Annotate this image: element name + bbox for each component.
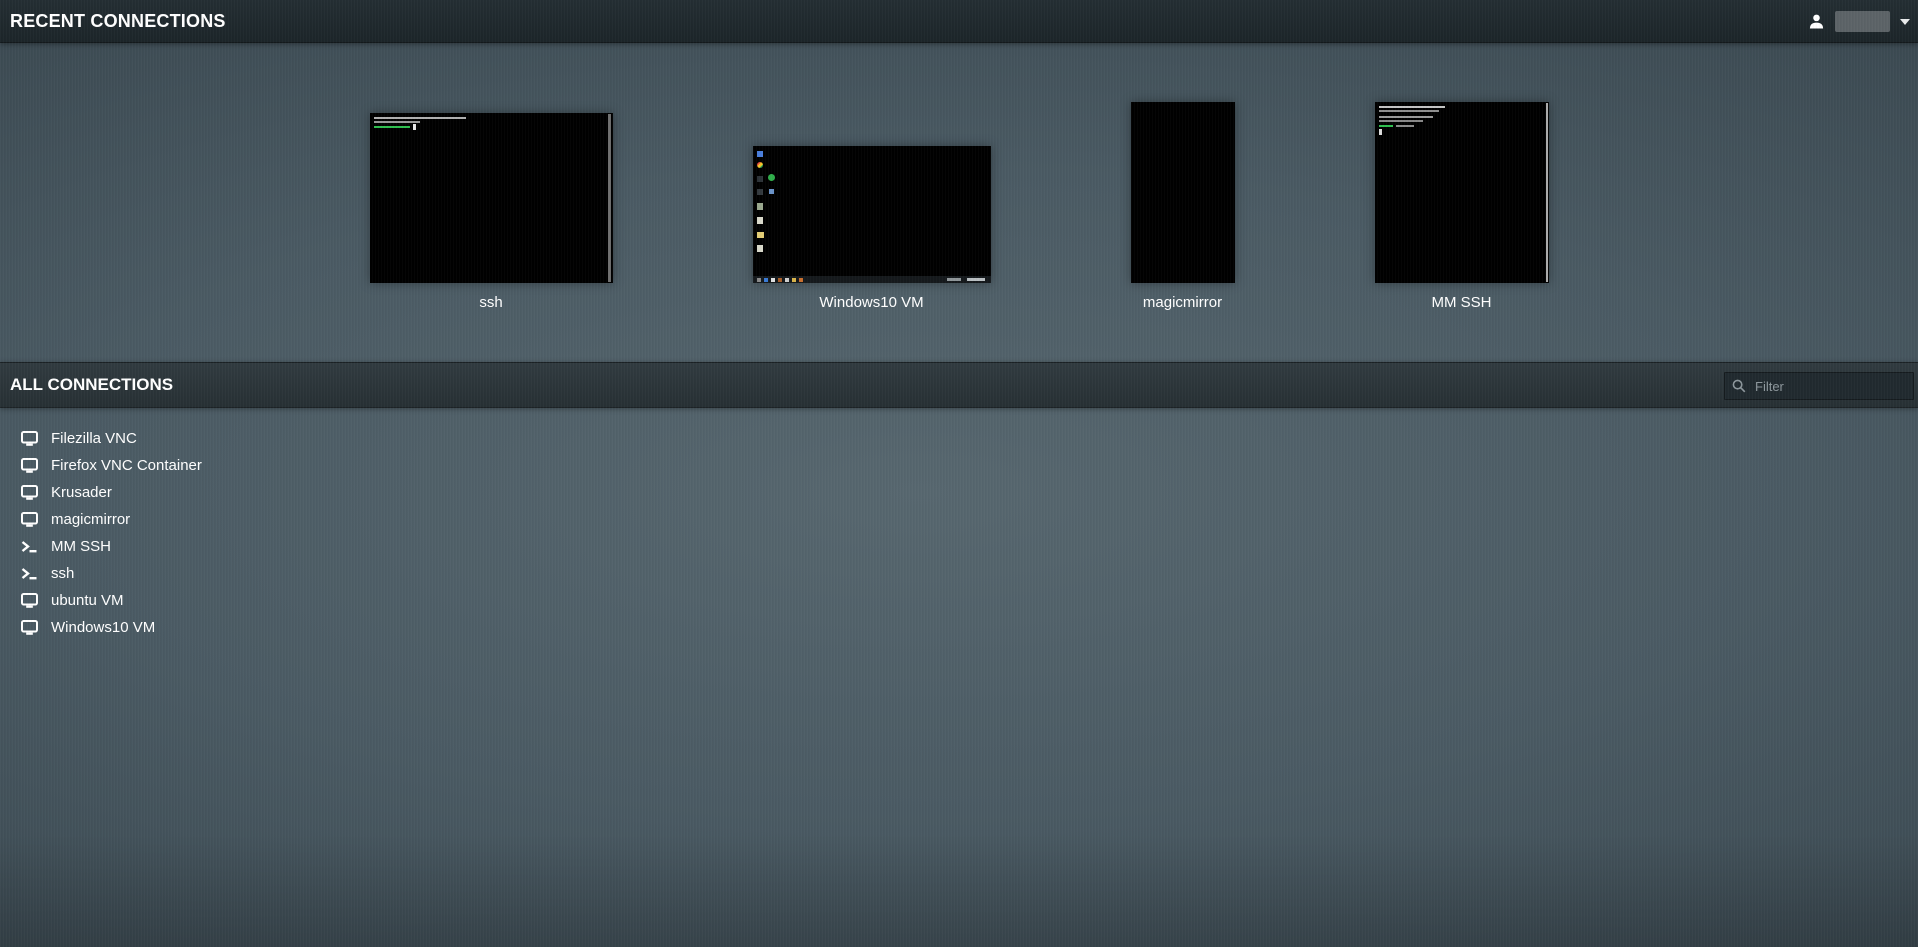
recent-connection-label: ssh: [479, 294, 502, 311]
recent-connection-label: MM SSH: [1432, 294, 1492, 311]
monitor-icon: [20, 485, 38, 500]
desktop-icon: [757, 217, 763, 224]
terminal-output-line: [1396, 125, 1414, 127]
taskbar-icon: [771, 278, 775, 282]
terminal-output-line: [1379, 116, 1433, 118]
filter-input[interactable]: [1724, 372, 1914, 400]
desktop-icon: [757, 151, 763, 157]
connection-label: Firefox VNC Container: [51, 457, 202, 474]
connections-list: Filezilla VNC Firefox VNC Container Krus…: [0, 408, 1918, 947]
connection-item-magicmirror[interactable]: magicmirror: [0, 506, 1918, 533]
recent-connection-label: magicmirror: [1143, 294, 1222, 311]
connection-item-filezilla-vnc[interactable]: Filezilla VNC: [0, 425, 1918, 452]
scrollbar: [1546, 103, 1548, 282]
all-connections-bar: ALL CONNECTIONS: [0, 362, 1918, 408]
desktop-icon: [757, 232, 764, 238]
desktop-icon: [757, 162, 763, 168]
system-tray: [947, 278, 961, 281]
connection-item-krusader[interactable]: Krusader: [0, 479, 1918, 506]
terminal-icon: [20, 539, 38, 554]
taskbar-icon: [757, 278, 761, 282]
connection-item-windows10-vm[interactable]: Windows10 VM: [0, 614, 1918, 641]
person-icon: [1808, 13, 1825, 30]
filter-box: [1724, 372, 1914, 400]
connection-thumbnail: [370, 113, 613, 283]
recent-connection-mm-ssh[interactable]: MM SSH: [1375, 102, 1549, 311]
terminal-output-line: [374, 117, 466, 119]
monitor-icon: [20, 620, 38, 635]
recent-connection-label: Windows10 VM: [819, 294, 923, 311]
monitor-icon: [20, 512, 38, 527]
connection-item-ubuntu-vm[interactable]: ubuntu VM: [0, 587, 1918, 614]
connection-item-mm-ssh[interactable]: MM SSH: [0, 533, 1918, 560]
connection-label: ubuntu VM: [51, 592, 124, 609]
taskbar-icon: [764, 278, 768, 282]
recent-connections-section: ssh: [0, 43, 1918, 362]
terminal-output-line: [1379, 110, 1439, 112]
connection-label: ssh: [51, 565, 74, 582]
monitor-icon: [20, 593, 38, 608]
taskbar-icon: [799, 278, 803, 282]
taskbar-clock: [967, 278, 985, 281]
all-connections-title: ALL CONNECTIONS: [10, 375, 173, 395]
desktop-icon: [768, 174, 775, 181]
taskbar-icon: [792, 278, 796, 282]
recent-connection-windows10-vm[interactable]: Windows10 VM: [753, 146, 991, 311]
desktop-icon: [757, 176, 763, 182]
recent-thumbnails-row: ssh: [0, 43, 1918, 311]
taskbar: [753, 276, 991, 283]
terminal-icon: [20, 566, 38, 581]
monitor-icon: [20, 458, 38, 473]
terminal-prompt-line: [1379, 125, 1393, 127]
top-bar: RECENT CONNECTIONS: [0, 0, 1918, 43]
taskbar-icon: [785, 278, 789, 282]
terminal-output-line: [374, 121, 420, 123]
username-redacted-box: [1835, 11, 1890, 32]
monitor-icon: [20, 431, 38, 446]
connection-label: MM SSH: [51, 538, 111, 555]
scrollbar: [608, 114, 611, 282]
terminal-output-line: [1379, 120, 1423, 122]
desktop-icon: [757, 189, 763, 195]
connection-label: Windows10 VM: [51, 619, 155, 636]
recent-connection-magicmirror[interactable]: magicmirror: [1131, 102, 1235, 311]
connection-thumbnail: [1375, 102, 1549, 283]
terminal-prompt-line: [374, 126, 410, 128]
connection-thumbnail: [753, 146, 991, 283]
user-menu-button[interactable]: [1808, 0, 1910, 43]
desktop-icon: [757, 245, 763, 252]
recent-connection-ssh[interactable]: ssh: [370, 113, 613, 311]
desktop-icon: [769, 189, 774, 194]
caret-down-icon: [1900, 19, 1910, 25]
page-title: RECENT CONNECTIONS: [10, 11, 226, 32]
connection-item-firefox-vnc-container[interactable]: Firefox VNC Container: [0, 452, 1918, 479]
desktop-icon: [757, 203, 763, 210]
terminal-output-line: [1379, 106, 1445, 108]
connection-thumbnail: [1131, 102, 1235, 283]
terminal-cursor: [1379, 129, 1382, 135]
connection-label: Krusader: [51, 484, 112, 501]
connection-item-ssh[interactable]: ssh: [0, 560, 1918, 587]
connection-label: Filezilla VNC: [51, 430, 137, 447]
taskbar-icon: [778, 278, 782, 282]
connection-label: magicmirror: [51, 511, 130, 528]
terminal-cursor: [413, 124, 416, 130]
